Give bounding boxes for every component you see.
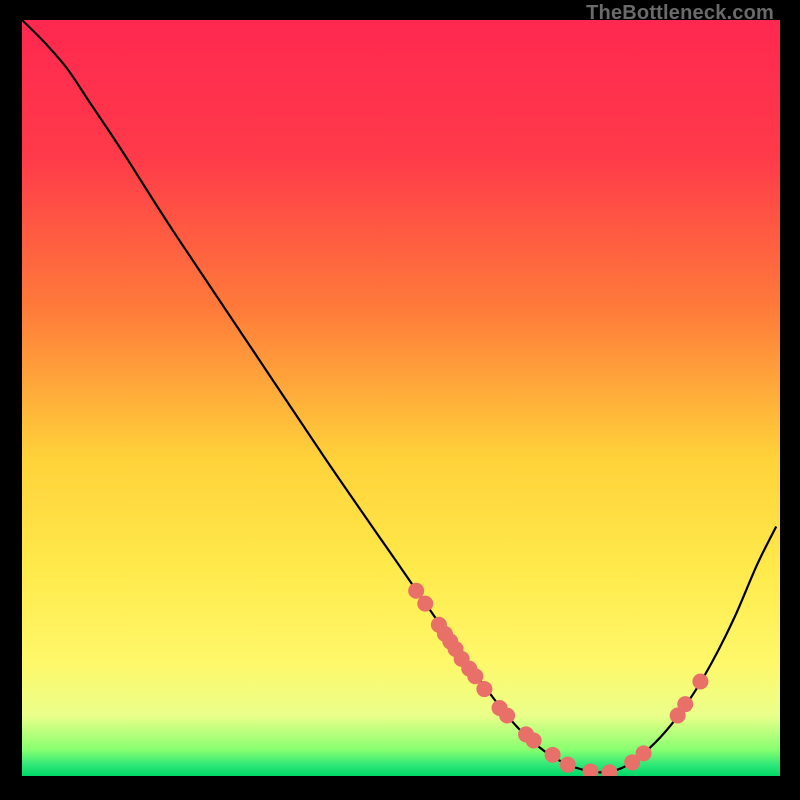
- marker-point: [499, 708, 515, 724]
- marker-point: [408, 583, 424, 599]
- marker-point: [417, 596, 433, 612]
- marker-point: [467, 668, 483, 684]
- marker-point: [692, 674, 708, 690]
- chart-area: [22, 20, 780, 776]
- chart-svg: [22, 20, 780, 776]
- marker-point: [476, 681, 492, 697]
- marker-point: [677, 696, 693, 712]
- marker-point: [545, 747, 561, 763]
- frame: TheBottleneck.com: [0, 0, 800, 800]
- marker-point: [636, 745, 652, 761]
- marker-point: [526, 732, 542, 748]
- marker-point: [560, 757, 576, 773]
- chart-background: [22, 20, 780, 776]
